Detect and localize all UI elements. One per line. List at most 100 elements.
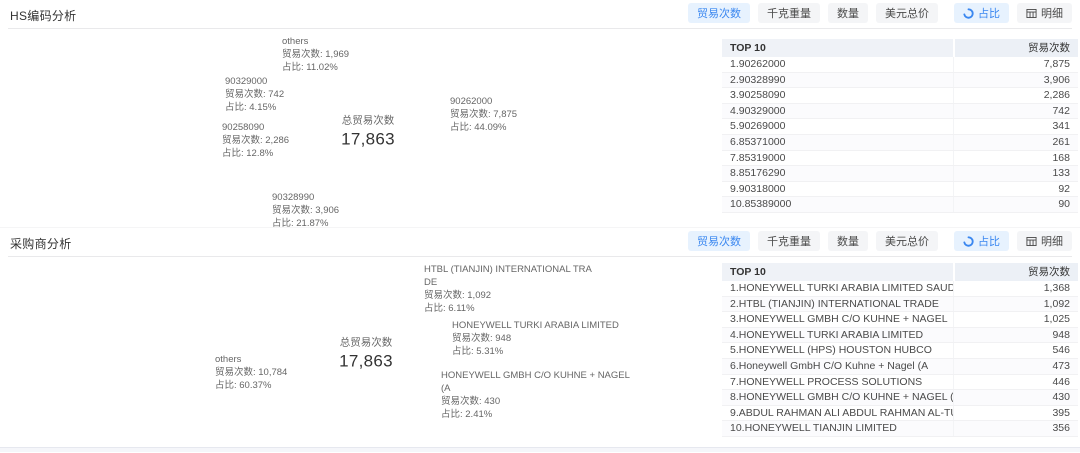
table-icon <box>1026 236 1037 247</box>
value-cell: 546 <box>953 343 1078 358</box>
value-cell: 446 <box>953 375 1078 390</box>
chip-label: 占比 <box>978 5 1000 21</box>
panel-hs-code-analysis: HS编码分析 贸易次数千克重量数量美元总价占比明细 总贸易次数 17,863 T… <box>0 0 1080 227</box>
rank-name-cell: 7.85319000 <box>722 151 953 166</box>
table-header-metric: 贸易次数 <box>955 39 1078 57</box>
table-icon <box>1026 8 1037 19</box>
rank-name-cell: 1.HONEYWELL TURKI ARABIA LIMITED SAUD <box>722 281 953 296</box>
rank-name-cell: 2.HTBL (TIANJIN) INTERNATIONAL TRADE <box>722 297 953 312</box>
rank-name-cell: 3.90258090 <box>722 88 953 103</box>
slice-label: HONEYWELL TURKI ARABIA LIMITED贸易次数: 948占… <box>452 319 619 358</box>
value-cell: 92 <box>953 182 1078 197</box>
panel-title: 采购商分析 <box>10 235 72 252</box>
value-cell: 1,025 <box>953 312 1078 327</box>
rank-name-cell: 4.HONEYWELL TURKI ARABIA LIMITED <box>722 328 953 343</box>
next-section-edge <box>0 447 1080 452</box>
chip-proportion-view[interactable]: 占比 <box>954 3 1009 23</box>
rank-name-cell: 10.85389000 <box>722 197 953 212</box>
chip-label: 占比 <box>978 233 1000 249</box>
slice-label: 90258090贸易次数: 2,286占比: 12.8% <box>222 121 289 160</box>
chip-label: 明细 <box>1041 5 1063 21</box>
value-cell: 90 <box>953 197 1078 212</box>
chip-usd-total[interactable]: 美元总价 <box>876 3 938 23</box>
value-cell: 742 <box>953 104 1078 119</box>
table-row: 8.HONEYWELL GMBH C/O KUHNE + NAGEL (A430 <box>722 390 1078 406</box>
table-row: 3.902580902,286 <box>722 88 1078 104</box>
metric-toolbar: 贸易次数千克重量数量美元总价 占比 明细 <box>688 231 1072 251</box>
table-row: 2.HTBL (TIANJIN) INTERNATIONAL TRADE1,09… <box>722 297 1078 313</box>
table-header-row: TOP 10 贸易次数 <box>722 263 1078 281</box>
table-header-row: TOP 10 贸易次数 <box>722 39 1078 57</box>
table-row: 6.85371000261 <box>722 135 1078 151</box>
donut-chart-icon <box>963 236 974 247</box>
table-row: 2.903289903,906 <box>722 73 1078 89</box>
table-header-top10: TOP 10 <box>722 263 953 281</box>
value-cell: 356 <box>953 421 1078 436</box>
donut-chart <box>0 29 712 227</box>
value-cell: 1,092 <box>953 297 1078 312</box>
table-rows: 1.HONEYWELL TURKI ARABIA LIMITED SAUD1,3… <box>722 281 1078 437</box>
top10-table: TOP 10 贸易次数 1.HONEYWELL TURKI ARABIA LIM… <box>722 263 1078 437</box>
panel-body: 总贸易次数 17,863 TOP 10 贸易次数 1.902620007,875… <box>0 29 1080 227</box>
table-row: 9.ABDUL RAHMAN ALI ABDUL RAHMAN AL-TU395 <box>722 406 1078 422</box>
panel-body: 总贸易次数 17,863 TOP 10 贸易次数 1.HONEYWELL TUR… <box>0 257 1080 453</box>
chip-label: 明细 <box>1041 233 1063 249</box>
value-cell: 430 <box>953 390 1078 405</box>
rank-name-cell: 10.HONEYWELL TIANJIN LIMITED <box>722 421 953 436</box>
chip-kg-weight[interactable]: 千克重量 <box>758 231 820 251</box>
slice-label: HONEYWELL GMBH C/O KUHNE + NAGEL(A贸易次数: … <box>441 369 630 421</box>
table-row: 7.85319000168 <box>722 151 1078 167</box>
chip-proportion-view[interactable]: 占比 <box>954 231 1009 251</box>
rank-name-cell: 1.90262000 <box>722 57 953 72</box>
value-cell: 1,368 <box>953 281 1078 296</box>
value-cell: 133 <box>953 166 1078 181</box>
slice-label: others贸易次数: 1,969占比: 11.02% <box>282 35 349 74</box>
rank-name-cell: 7.HONEYWELL PROCESS SOLUTIONS <box>722 375 953 390</box>
table-row: 5.90269000341 <box>722 119 1078 135</box>
chip-kg-weight[interactable]: 千克重量 <box>758 3 820 23</box>
rank-name-cell: 9.90318000 <box>722 182 953 197</box>
rank-name-cell: 8.HONEYWELL GMBH C/O KUHNE + NAGEL (A <box>722 390 953 405</box>
panel-header: 采购商分析 贸易次数千克重量数量美元总价 占比 明细 <box>0 228 1080 256</box>
table-row: 4.HONEYWELL TURKI ARABIA LIMITED948 <box>722 328 1078 344</box>
chip-detail-view[interactable]: 明细 <box>1017 3 1072 23</box>
table-row: 4.90329000742 <box>722 104 1078 120</box>
metric-toolbar: 贸易次数千克重量数量美元总价 占比 明细 <box>688 3 1072 23</box>
slice-label: 90328990贸易次数: 3,906占比: 21.87% <box>272 191 339 227</box>
chip-trade-count[interactable]: 贸易次数 <box>688 3 750 23</box>
chip-trade-count[interactable]: 贸易次数 <box>688 231 750 251</box>
rank-name-cell: 5.HONEYWELL (HPS) HOUSTON HUBCO <box>722 343 953 358</box>
chip-detail-view[interactable]: 明细 <box>1017 231 1072 251</box>
panel-header: HS编码分析 贸易次数千克重量数量美元总价占比明细 <box>0 0 1080 28</box>
slice-label: 90329000贸易次数: 742占比: 4.15% <box>225 75 284 114</box>
panel-buyer-analysis: 采购商分析 贸易次数千克重量数量美元总价占比明细 总贸易次数 17,863 TO… <box>0 227 1080 453</box>
value-cell: 168 <box>953 151 1078 166</box>
value-cell: 948 <box>953 328 1078 343</box>
value-cell: 261 <box>953 135 1078 150</box>
table-row: 9.9031800092 <box>722 182 1078 198</box>
table-row: 6.Honeywell GmbH C/O Kuhne + Nagel (A473 <box>722 359 1078 375</box>
table-header-metric: 贸易次数 <box>955 263 1078 281</box>
value-cell: 3,906 <box>953 73 1078 88</box>
slice-label: 90262000贸易次数: 7,875占比: 44.09% <box>450 95 517 134</box>
table-rows: 1.902620007,8752.903289903,9063.90258090… <box>722 57 1078 213</box>
table-row: 10.8538900090 <box>722 197 1078 213</box>
table-header-top10: TOP 10 <box>722 39 953 57</box>
table-row: 10.HONEYWELL TIANJIN LIMITED356 <box>722 421 1078 437</box>
chip-quantity[interactable]: 数量 <box>828 3 868 23</box>
value-cell: 395 <box>953 406 1078 421</box>
value-cell: 7,875 <box>953 57 1078 72</box>
table-row: 1.HONEYWELL TURKI ARABIA LIMITED SAUD1,3… <box>722 281 1078 297</box>
top10-table: TOP 10 贸易次数 1.902620007,8752.903289903,9… <box>722 39 1078 213</box>
value-cell: 2,286 <box>953 88 1078 103</box>
rank-name-cell: 6.Honeywell GmbH C/O Kuhne + Nagel (A <box>722 359 953 374</box>
chip-quantity[interactable]: 数量 <box>828 231 868 251</box>
rank-name-cell: 4.90329000 <box>722 104 953 119</box>
table-row: 8.85176290133 <box>722 166 1078 182</box>
slice-label: others贸易次数: 10,784占比: 60.37% <box>215 353 287 392</box>
rank-name-cell: 5.90269000 <box>722 119 953 134</box>
value-cell: 473 <box>953 359 1078 374</box>
table-row: 1.902620007,875 <box>722 57 1078 73</box>
rank-name-cell: 6.85371000 <box>722 135 953 150</box>
chip-usd-total[interactable]: 美元总价 <box>876 231 938 251</box>
